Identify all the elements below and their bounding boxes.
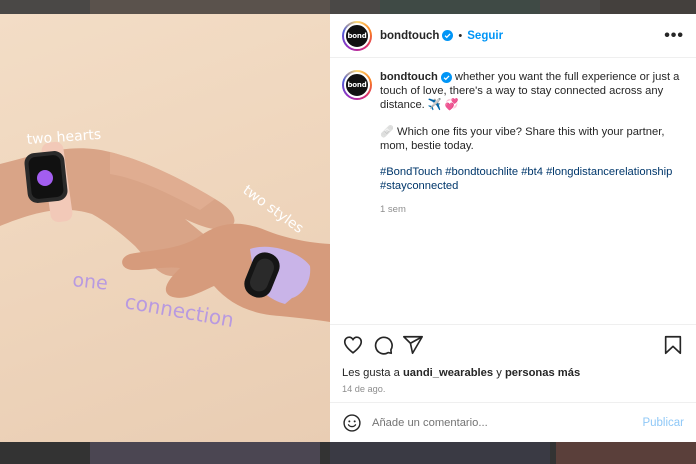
comment-bar: Publicar <box>330 402 696 442</box>
verified-badge-icon <box>440 71 452 83</box>
image-text-one: one <box>71 269 108 295</box>
bookmark-icon[interactable] <box>662 334 684 356</box>
post-modal: two hearts two styles one connection bon… <box>0 14 696 442</box>
follow-button[interactable]: Seguir <box>467 30 503 42</box>
username-link[interactable]: bondtouch <box>380 30 439 42</box>
background-feed-top <box>0 0 696 14</box>
avatar-logo: bond <box>344 72 370 98</box>
emoji-icon[interactable] <box>342 413 362 433</box>
likes-user-link[interactable]: uandi_wearables <box>403 367 493 379</box>
likes-middle: y <box>493 367 505 379</box>
heart-icon[interactable] <box>342 334 364 356</box>
more-options-icon[interactable]: ••• <box>664 27 684 45</box>
caption: bondtouch whether you want the full expe… <box>380 70 684 324</box>
caption-text-2: 🩹 Which one fits your vibe? Share this w… <box>380 125 665 152</box>
caption-username[interactable]: bondtouch <box>380 71 438 83</box>
background-feed-bottom <box>0 442 696 464</box>
post-image: two hearts two styles one connection <box>0 14 330 442</box>
caption-avatar[interactable]: bond <box>342 70 372 100</box>
image-text-two-hearts: two hearts <box>26 127 101 148</box>
separator-dot: • <box>458 29 463 42</box>
likes-prefix: Les gusta a <box>342 367 403 379</box>
post-header: bond bondtouch • Seguir ••• <box>330 14 696 58</box>
watch-screen-dot <box>37 170 53 186</box>
post-details-panel: bond bondtouch • Seguir ••• bond bondtou… <box>330 14 696 442</box>
comment-input[interactable] <box>372 416 643 429</box>
caption-hashtags[interactable]: #BondTouch #bondtouchlite #bt4 #longdist… <box>380 165 684 193</box>
likes-others-link[interactable]: personas más <box>505 367 580 379</box>
verified-badge-icon <box>442 30 454 41</box>
caption-area: bond bondtouch whether you want the full… <box>330 58 696 324</box>
publish-button[interactable]: Publicar <box>642 417 684 429</box>
post-image-illustration: two hearts two styles one connection <box>0 127 330 332</box>
caption-age[interactable]: 1 sem <box>380 203 684 217</box>
share-icon[interactable] <box>402 334 424 356</box>
comment-icon[interactable] <box>372 334 394 356</box>
avatar[interactable]: bond <box>342 20 372 51</box>
action-bar <box>330 324 696 364</box>
likes-summary: Les gusta a uandi_wearables y personas m… <box>330 364 696 382</box>
avatar-logo: bond <box>344 22 370 49</box>
post-date[interactable]: 14 de ago. <box>330 382 696 400</box>
